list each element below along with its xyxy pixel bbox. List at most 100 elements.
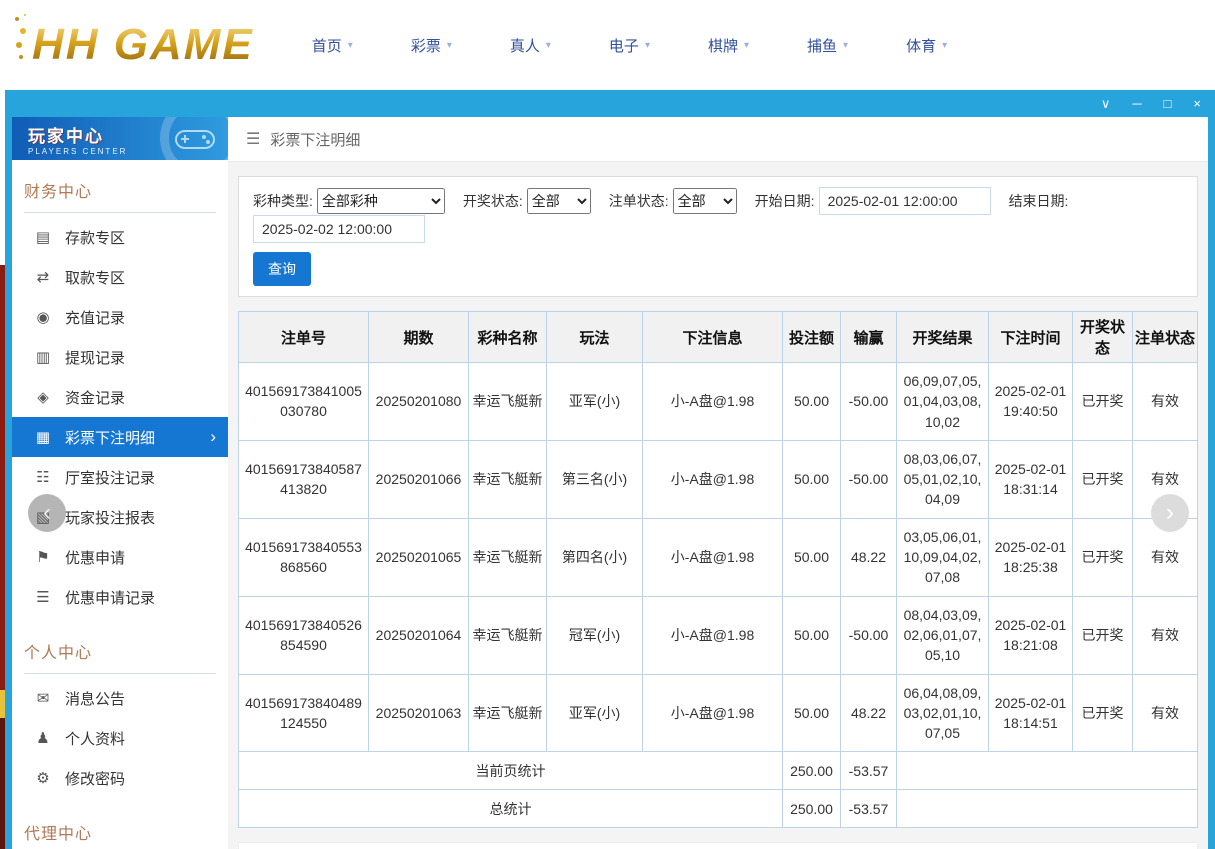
cell-result: 06,09,07,05,01,04,03,08,10,02 <box>897 363 989 441</box>
chevron-down-icon: ▾ <box>645 40 650 51</box>
cell-win-loss: -50.00 <box>841 440 897 518</box>
header-bet-time: 下注时间 <box>989 312 1073 363</box>
scroll-right-arrow-icon[interactable]: › <box>1151 494 1189 532</box>
window-maximize-icon[interactable]: □ <box>1164 97 1172 110</box>
scroll-left-arrow-icon[interactable]: ‹ <box>28 494 66 532</box>
sidebar-item-label: 存款专区 <box>65 227 125 248</box>
cell-bet-amount: 50.00 <box>783 596 841 674</box>
sidebar-header: 玩家中心 PLAYERS CENTER <box>12 117 228 160</box>
nav-item-lottery[interactable]: 彩票 ▾ <box>411 35 452 56</box>
sidebar-item-profile[interactable]: ♟ 个人资料 <box>12 718 228 758</box>
cell-bet-amount: 50.00 <box>783 440 841 518</box>
finance-menu: ▤ 存款专区 ⇄ 取款专区 ◉ 充值记录 ▥ 提现记录 ◈ 资金记录 <box>12 213 228 621</box>
logo-text: HH GAME <box>32 20 254 70</box>
announcement-icon: ✉ <box>34 689 52 707</box>
header-draw-status: 开奖状态 <box>1073 312 1133 363</box>
hall-bet-records-icon: ☷ <box>34 468 52 486</box>
nav-label: 电子 <box>609 35 639 56</box>
nav-item-sports[interactable]: 体育 ▾ <box>906 35 947 56</box>
cell-order-no: 401569173840526854590 <box>239 596 369 674</box>
sidebar-item-recharge-records[interactable]: ◉ 充值记录 <box>12 297 228 337</box>
total-summary-empty <box>897 790 1198 828</box>
search-button[interactable]: 查询 <box>253 252 311 286</box>
cell-bet-info: 小-A盘@1.98 <box>643 363 783 441</box>
cell-draw-status: 已开奖 <box>1073 674 1133 752</box>
sidebar-item-label: 优惠申请 <box>65 547 125 568</box>
nav-item-live[interactable]: 真人 ▾ <box>510 35 551 56</box>
nav-label: 棋牌 <box>708 35 738 56</box>
sidebar-item-label: 修改密码 <box>65 768 125 789</box>
cell-period: 20250201066 <box>369 440 469 518</box>
sidebar-item-promo-application[interactable]: ⚑ 优惠申请 <box>12 537 228 577</box>
pagination-bar: 每页显示20条 共5条 首页 上一页 1 下一页 第 页 跳转 <box>238 842 1198 849</box>
window-close-icon[interactable]: × <box>1193 97 1201 110</box>
chevron-down-icon: ▾ <box>744 40 749 51</box>
cell-win-loss: -50.00 <box>841 596 897 674</box>
cell-period: 20250201080 <box>369 363 469 441</box>
sidebar-item-promo-application-records[interactable]: ☰ 优惠申请记录 <box>12 577 228 617</box>
menu-icon: ☰ <box>246 129 260 149</box>
sidebar-item-hall-bet-records[interactable]: ☷ 厅室投注记录 <box>12 457 228 497</box>
cell-play: 冠军(小) <box>547 596 643 674</box>
cell-bet-amount: 50.00 <box>783 363 841 441</box>
logo-sparkles-icon <box>16 42 22 48</box>
chevron-right-icon: › <box>210 427 216 447</box>
lottery-type-select[interactable]: 全部彩种 <box>317 188 445 214</box>
order-status-select[interactable]: 全部 <box>673 188 737 214</box>
deposit-icon: ▤ <box>34 228 52 246</box>
order-status-label: 注单状态: <box>609 191 669 211</box>
cell-lottery: 幸运飞艇新 <box>469 674 547 752</box>
bet-details-table: 注单号 期数 彩种名称 玩法 下注信息 投注额 输赢 开奖结果 下注时间 开奖状… <box>238 311 1198 828</box>
nav-label: 首页 <box>312 35 342 56</box>
sidebar-item-label: 消息公告 <box>65 688 125 709</box>
nav-label: 体育 <box>906 35 936 56</box>
cell-bet-info: 小-A盘@1.98 <box>643 518 783 596</box>
gamepad-icon <box>174 126 216 152</box>
logo[interactable]: HH GAME <box>16 20 254 70</box>
page-summary-label: 当前页统计 <box>239 752 783 790</box>
chevron-down-icon: ▾ <box>546 40 551 51</box>
draw-status-select[interactable]: 全部 <box>527 188 591 214</box>
sidebar-item-label: 资金记录 <box>65 387 125 408</box>
nav-item-cards[interactable]: 棋牌 ▾ <box>708 35 749 56</box>
cell-bet-info: 小-A盘@1.98 <box>643 596 783 674</box>
sidebar-item-withdraw[interactable]: ⇄ 取款专区 <box>12 257 228 297</box>
sidebar-item-announcements[interactable]: ✉ 消息公告 <box>12 678 228 718</box>
cell-win-loss: 48.22 <box>841 518 897 596</box>
window-minimize-icon[interactable]: ─ <box>1132 97 1141 110</box>
sidebar-item-label: 厅室投注记录 <box>65 467 155 488</box>
window-collapse-icon[interactable]: ∨ <box>1101 97 1111 110</box>
cell-lottery: 幸运飞艇新 <box>469 596 547 674</box>
start-date-input[interactable] <box>819 187 991 215</box>
withdrawal-records-icon: ▥ <box>34 348 52 366</box>
cell-bet-info: 小-A盘@1.98 <box>643 674 783 752</box>
total-summary-win-loss: -53.57 <box>841 790 897 828</box>
sidebar-item-label: 玩家投注报表 <box>65 507 155 528</box>
window-titlebar: ∨ ─ □ × <box>5 90 1215 117</box>
sidebar-item-label: 提现记录 <box>65 347 125 368</box>
filter-panel: 彩种类型: 全部彩种 开奖状态: 全部 注单状态: 全部 开始日期: <box>238 176 1198 297</box>
nav-item-slots[interactable]: 电子 ▾ <box>609 35 650 56</box>
header-lottery: 彩种名称 <box>469 312 547 363</box>
sidebar-item-withdrawal-records[interactable]: ▥ 提现记录 <box>12 337 228 377</box>
cell-result: 08,04,03,09,02,06,01,07,05,10 <box>897 596 989 674</box>
sidebar-item-deposit[interactable]: ▤ 存款专区 <box>12 217 228 257</box>
chevron-down-icon: ▾ <box>942 40 947 51</box>
cell-play: 第四名(小) <box>547 518 643 596</box>
chevron-down-icon: ▾ <box>348 40 353 51</box>
top-header: HH GAME 首页 ▾ 彩票 ▾ 真人 ▾ 电子 ▾ 棋牌 ▾ 捕鱼 ▾ 体育… <box>0 0 1215 90</box>
end-date-label: 结束日期: <box>1009 191 1069 211</box>
cell-result: 03,05,06,01,10,09,04,02,07,08 <box>897 518 989 596</box>
end-date-input[interactable] <box>253 215 425 243</box>
change-password-icon: ⚙ <box>34 769 52 787</box>
cell-win-loss: -50.00 <box>841 363 897 441</box>
cell-play: 亚军(小) <box>547 363 643 441</box>
sidebar-item-change-password[interactable]: ⚙ 修改密码 <box>12 758 228 798</box>
nav-item-fishing[interactable]: 捕鱼 ▾ <box>807 35 848 56</box>
sidebar: 玩家中心 PLAYERS CENTER 财务中心 ▤ 存款专区 ⇄ 取款专区 <box>12 117 228 849</box>
nav-item-home[interactable]: 首页 ▾ <box>312 35 353 56</box>
sidebar-item-lottery-bet-details[interactable]: ▦ 彩票下注明细 › <box>12 417 228 457</box>
header-period: 期数 <box>369 312 469 363</box>
table-row: 401569173840489124550 20250201063 幸运飞艇新 … <box>239 674 1198 752</box>
sidebar-item-funds-records[interactable]: ◈ 资金记录 <box>12 377 228 417</box>
